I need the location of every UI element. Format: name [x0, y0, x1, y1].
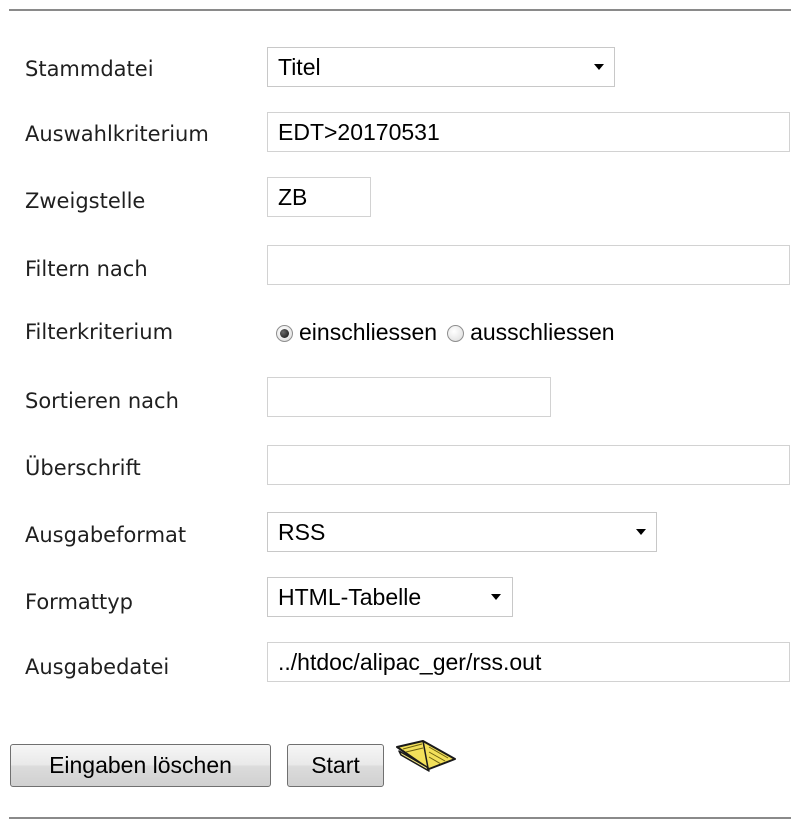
ausgabedatei-label: Ausgabedatei: [25, 655, 170, 679]
zweigstelle-label: Zweigstelle: [25, 189, 146, 213]
chevron-down-icon: [491, 594, 501, 600]
ausgabeformat-select[interactable]: RSS: [267, 512, 657, 552]
start-button[interactable]: Start: [287, 744, 384, 787]
filterkriterium-label: Filterkriterium: [25, 320, 174, 344]
auswahlkriterium-label: Auswahlkriterium: [25, 122, 209, 146]
ausgabeformat-selected-value: RSS: [278, 519, 326, 545]
sortieren-nach-input[interactable]: [267, 377, 551, 417]
bottom-divider: [9, 817, 791, 819]
chevron-down-icon: [594, 64, 604, 70]
formattyp-selected-value: HTML-Tabelle: [278, 584, 422, 610]
stammdatei-selected-value: Titel: [278, 54, 321, 80]
einschliessen-radio[interactable]: [276, 325, 293, 342]
stammdatei-select[interactable]: Titel: [267, 47, 615, 87]
ausgabeformat-label: Ausgabeformat: [25, 523, 187, 547]
ausschliessen-label: ausschliessen: [470, 319, 615, 345]
einschliessen-label: einschliessen: [299, 319, 438, 345]
stammdatei-label: Stammdatei: [25, 57, 154, 81]
top-divider: [9, 9, 791, 11]
sortieren-nach-label: Sortieren nach: [25, 389, 179, 413]
ausschliessen-radio[interactable]: [447, 325, 465, 342]
clear-inputs-button[interactable]: Eingaben löschen: [10, 744, 271, 787]
ausgabedatei-input[interactable]: ../htdoc/alipac_ger/rss.out: [267, 642, 790, 682]
formattyp-label: Formattyp: [25, 590, 133, 614]
ueberschrift-input[interactable]: [267, 445, 790, 485]
ueberschrift-label: Überschrift: [25, 456, 141, 480]
zweigstelle-input[interactable]: ZB: [267, 177, 371, 217]
filtern-nach-label: Filtern nach: [25, 257, 148, 281]
open-book-icon[interactable]: [393, 737, 463, 773]
filtern-nach-input[interactable]: [267, 245, 790, 285]
formattyp-select[interactable]: HTML-Tabelle: [267, 577, 513, 617]
chevron-down-icon: [636, 529, 646, 535]
filterkriterium-radio-group: einschliessen ausschliessen: [276, 316, 625, 348]
auswahlkriterium-input[interactable]: EDT>20170531: [267, 112, 790, 152]
